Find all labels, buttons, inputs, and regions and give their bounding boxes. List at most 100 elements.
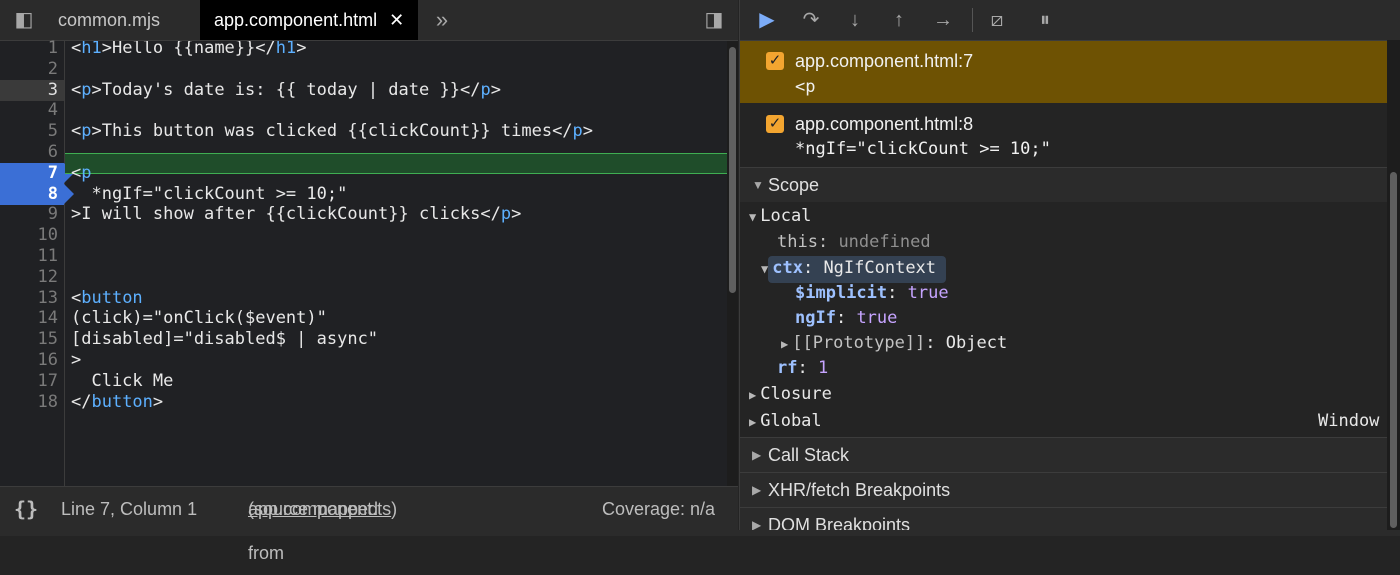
scope-prop-ctx[interactable]: ▼ ctx: NgIfContext (761, 256, 936, 281)
toolbar-separator (972, 8, 973, 32)
collapsed-arrow-icon: ▶ (749, 388, 757, 402)
sidebar-scrollbar-thumb[interactable] (1390, 172, 1397, 528)
cursor-position: Line 7, Column 1 (61, 499, 198, 519)
breakpoint-location: app.component.html:7 (795, 51, 974, 71)
line-number[interactable]: 13 (0, 288, 64, 309)
line-number[interactable]: 18 (0, 392, 64, 413)
tab-label: app.component.html (214, 10, 378, 30)
toggle-debugger-icon[interactable]: ◨ (702, 8, 726, 32)
prop-colon: : (802, 258, 824, 278)
line-number[interactable]: 11 (0, 246, 64, 267)
prop-value: true (856, 308, 898, 328)
close-tab-icon[interactable]: ✕ (389, 10, 404, 30)
collapsed-arrow-icon: ▶ (781, 337, 789, 351)
prop-key: ngIf (795, 308, 836, 328)
prop-colon: : (887, 283, 908, 303)
code-area[interactable]: <h1>Hello {{name}}</h1> <p>Today's date i… (65, 41, 727, 486)
expanded-arrow-icon: ▼ (752, 178, 764, 192)
breakpoint-item-paused[interactable]: ✓ app.component.html:7 <p (740, 41, 1388, 103)
code-line[interactable]: > (71, 350, 81, 371)
scope-prop-rf[interactable]: rf: 1 (777, 356, 828, 381)
code-line[interactable]: <p (71, 163, 92, 184)
section-label: DOM Breakpoints (768, 515, 911, 531)
prop-value: NgIfContext (823, 258, 937, 278)
line-number[interactable]: 4 (0, 100, 64, 121)
code-line[interactable]: <p>This button was clicked {{clickCount}… (71, 121, 593, 142)
line-number[interactable]: 3 (0, 80, 64, 101)
step-out-icon[interactable]: ↑ (884, 6, 914, 34)
line-number[interactable]: 10 (0, 225, 64, 246)
line-number[interactable]: 15 (0, 329, 64, 350)
line-number[interactable]: 8 (0, 184, 74, 205)
line-number[interactable]: 6 (0, 142, 64, 163)
call-stack-section-header[interactable]: ▶ Call Stack (740, 437, 1388, 472)
prop-key: [[Prototype]] (792, 333, 926, 353)
drawer-edge (0, 530, 1400, 536)
editor-scrollbar-thumb[interactable] (729, 47, 736, 293)
code-line[interactable]: >I will show after {{clickCount}} clicks… (71, 204, 521, 225)
step-over-icon[interactable]: ↷ (796, 6, 826, 34)
prop-value: undefined (838, 232, 931, 252)
tab-common-mjs[interactable]: common.mjs (44, 0, 174, 40)
code-line[interactable]: (click)="onClick($event)" (71, 308, 327, 329)
scope-closure[interactable]: ▶ Closure (749, 382, 832, 407)
prop-key: ctx (772, 258, 803, 278)
code-line[interactable]: *ngIf="clickCount >= 10;" (71, 184, 347, 205)
resume-icon[interactable]: ▶ (752, 6, 782, 34)
collapsed-arrow-icon: ▶ (752, 483, 762, 497)
line-number[interactable]: 14 (0, 308, 64, 329)
scope-prop-this[interactable]: this: undefined (777, 230, 931, 255)
line-number[interactable]: 17 (0, 371, 64, 392)
scope-closure-label: Closure (760, 384, 832, 404)
pretty-print-button[interactable]: {} (14, 487, 38, 531)
scope-prop-ngif[interactable]: ngIf: true (795, 306, 897, 331)
more-tabs-icon[interactable]: » (430, 8, 454, 32)
breakpoint-checkbox[interactable]: ✓ (766, 115, 784, 133)
deactivate-breakpoints-icon[interactable]: ⧄ (982, 6, 1012, 34)
line-number[interactable]: 1 (0, 38, 64, 59)
scope-prop-implicit[interactable]: $implicit: true (795, 281, 949, 306)
prop-value: Object (945, 333, 1008, 353)
breakpoint-checkbox[interactable]: ✓ (766, 52, 784, 70)
prop-key: $implicit (795, 283, 888, 303)
collapsed-arrow-icon: ▶ (752, 518, 762, 531)
tab-app-component-html[interactable]: app.component.html ✕ (200, 0, 419, 40)
collapsed-arrow-icon: ▶ (749, 415, 757, 429)
dom-breakpoints-section-header[interactable]: ▶ DOM Breakpoints (740, 507, 1388, 531)
line-number[interactable]: 7 (0, 163, 74, 184)
code-line[interactable]: Click Me (71, 371, 173, 392)
line-number-gutter[interactable]: 1 2 3 4 5 6 7 8 9 10 11 12 13 14 15 16 17 18 (0, 38, 74, 486)
line-number[interactable]: 2 (0, 59, 64, 80)
step-icon[interactable]: → (928, 6, 958, 34)
prop-value: true (907, 283, 949, 303)
line-number[interactable]: 12 (0, 267, 64, 288)
breakpoint-code: <p (795, 77, 816, 97)
section-label: Call Stack (768, 445, 850, 465)
breakpoint-location: app.component.html:8 (795, 114, 974, 134)
tab-label: common.mjs (58, 10, 161, 30)
scope-prop-prototype[interactable]: ▶ [[Prototype]]: Object (781, 331, 1007, 356)
code-line[interactable]: </button> (71, 392, 163, 413)
code-line[interactable]: <button (71, 288, 143, 309)
source-mapped-info: (source mapped from app.component.ts) (248, 487, 397, 563)
code-line[interactable]: <p>Today's date is: {{ today | date }}</… (71, 80, 501, 101)
expanded-arrow-icon: ▼ (761, 262, 769, 276)
line-number[interactable]: 16 (0, 350, 64, 371)
scope-section-header[interactable]: ▼ Scope (740, 167, 1388, 202)
xhr-breakpoints-section-header[interactable]: ▶ XHR/fetch Breakpoints (740, 472, 1388, 507)
expanded-arrow-icon: ▼ (749, 210, 757, 224)
line-number[interactable]: 9 (0, 204, 64, 225)
collapsed-arrow-icon: ▶ (752, 448, 762, 462)
pause-on-exceptions-icon[interactable]: ⏸ (1030, 6, 1060, 34)
code-line[interactable]: [disabled]="disabled$ | async" (71, 329, 378, 350)
debugger-toolbar: ▶ ↷ ↓ ↑ → ⧄ ⏸ (740, 0, 1400, 41)
scope-local[interactable]: ▼ Local (749, 204, 811, 229)
code-line[interactable]: <h1>Hello {{name}}</h1> (71, 41, 306, 59)
line-number[interactable]: 5 (0, 121, 64, 142)
step-into-icon[interactable]: ↓ (840, 6, 870, 34)
scope-global[interactable]: ▶ Global (749, 409, 822, 434)
editor-tab-bar: ◧ common.mjs app.component.html ✕ » ◨ (0, 0, 738, 41)
breakpoint-item[interactable]: ✓ app.component.html:8 *ngIf="clickCount… (740, 104, 1388, 166)
toggle-navigator-icon[interactable]: ◧ (12, 8, 36, 32)
scope-title: Scope (768, 175, 820, 195)
